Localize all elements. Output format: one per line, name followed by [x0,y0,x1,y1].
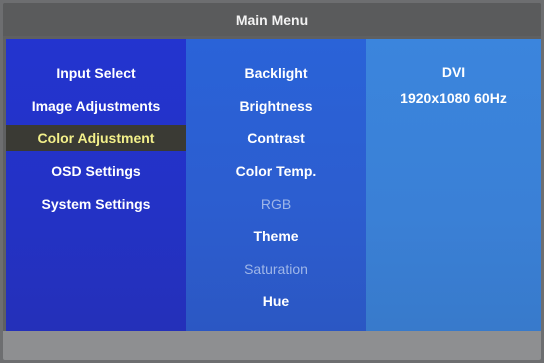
submenu-item-label: Theme [253,228,299,244]
submenu-item-brightness[interactable]: Brightness [186,93,366,119]
osd-window: Main Menu Input Select Image Adjustments… [3,3,541,360]
submenu-item-label: Hue [262,293,290,309]
submenu-item-theme[interactable]: Theme [186,223,366,249]
submenu-column: Backlight Brightness Contrast Color Temp… [186,39,366,331]
page-title: Main Menu [235,11,309,28]
submenu-item-saturation: Saturation [186,256,366,282]
submenu-item-label: Backlight [244,65,308,81]
input-source-value: DVI [366,59,541,85]
main-menu-column: Input Select Image Adjustments Color Adj… [6,39,186,331]
submenu-item-contrast[interactable]: Contrast [186,125,366,151]
bottom-bar [3,331,541,360]
info-column: DVI 1920x1080 60Hz [366,39,541,331]
submenu-item-label: Contrast [247,130,305,146]
menu-panels: Input Select Image Adjustments Color Adj… [6,39,541,331]
menu-item-osd-settings[interactable]: OSD Settings [6,158,186,184]
menu-item-color-adjustment[interactable]: Color Adjustment [6,125,186,151]
submenu-item-label: RGB [260,196,292,212]
submenu-item-label: Saturation [244,261,308,277]
menu-item-label: Input Select [56,65,136,81]
menu-item-image-adjustments[interactable]: Image Adjustments [6,93,186,119]
menu-item-label: Color Adjustment [37,130,155,146]
input-source-label: DVI [441,64,466,80]
submenu-item-label: Brightness [239,98,313,114]
submenu-item-rgb: RGB [186,191,366,217]
menu-item-label: Image Adjustments [31,98,161,114]
submenu-item-label: Color Temp. [235,163,317,179]
submenu-item-hue[interactable]: Hue [186,288,366,314]
resolution-value: 1920x1080 60Hz [366,85,541,111]
resolution-label: 1920x1080 60Hz [400,90,507,106]
menu-item-input-select[interactable]: Input Select [6,60,186,86]
submenu-item-backlight[interactable]: Backlight [186,60,366,86]
menu-item-system-settings[interactable]: System Settings [6,191,186,217]
menu-item-label: OSD Settings [51,163,141,179]
submenu-item-color-temp[interactable]: Color Temp. [186,158,366,184]
title-bar: Main Menu [3,3,541,36]
menu-item-label: System Settings [41,196,151,212]
